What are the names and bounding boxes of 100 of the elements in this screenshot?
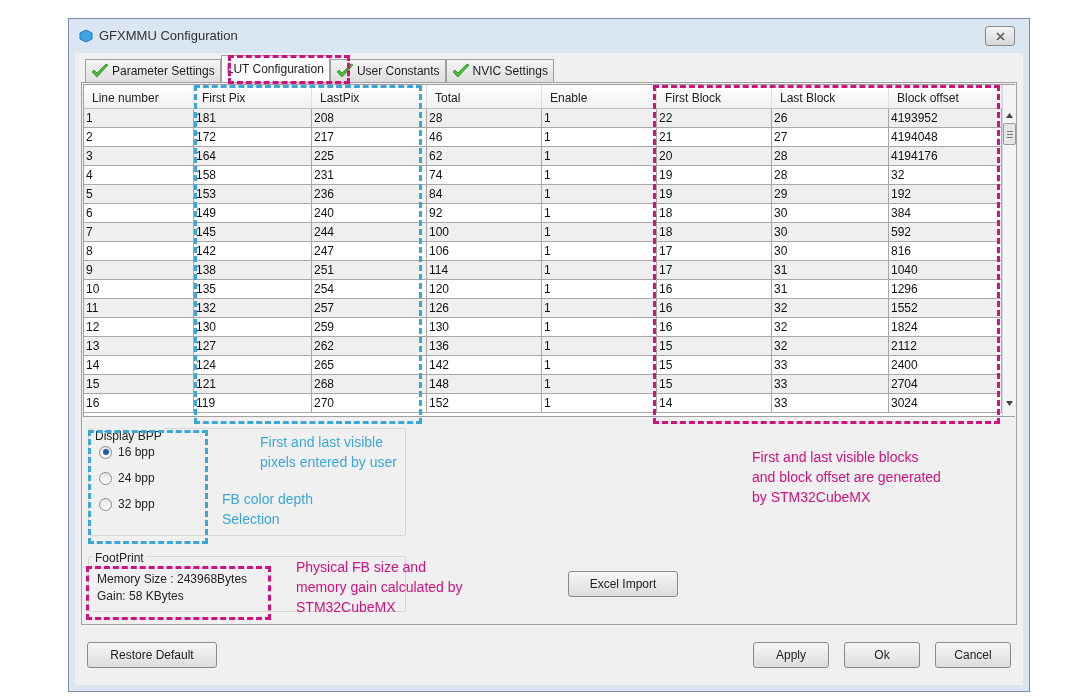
table-cell: 27 bbox=[772, 128, 889, 146]
check-icon bbox=[335, 63, 354, 79]
table-cell: 1 bbox=[542, 375, 657, 393]
table-cell: 1 bbox=[542, 356, 657, 374]
table-cell: 84 bbox=[427, 185, 542, 203]
table-cell: 1 bbox=[542, 337, 657, 355]
table-cell: 240 bbox=[312, 204, 427, 222]
table-cell: 14 bbox=[84, 356, 194, 374]
window-title: GFXMMU Configuration bbox=[99, 27, 238, 46]
table-cell: 28 bbox=[427, 109, 542, 127]
table-cell: 29 bbox=[772, 185, 889, 203]
radio-option[interactable]: 16 bpp bbox=[99, 443, 155, 461]
table-cell: 62 bbox=[427, 147, 542, 165]
column-header[interactable]: First Block bbox=[657, 85, 772, 108]
table-cell: 1 bbox=[542, 280, 657, 298]
dialog-button[interactable]: Ok bbox=[844, 642, 920, 668]
table-cell: 15 bbox=[657, 337, 772, 355]
table-cell: 15 bbox=[84, 375, 194, 393]
tab[interactable]: Parameter Settings bbox=[85, 59, 221, 82]
table-cell: 262 bbox=[312, 337, 427, 355]
table-cell: 158 bbox=[194, 166, 312, 184]
table-cell: 1 bbox=[542, 185, 657, 203]
table-cell: 251 bbox=[312, 261, 427, 279]
table-cell: 100 bbox=[427, 223, 542, 241]
close-icon bbox=[995, 31, 1005, 41]
column-header[interactable]: First Pix bbox=[194, 85, 312, 108]
tab[interactable]: NVIC Settings bbox=[445, 59, 554, 82]
table-cell: 244 bbox=[312, 223, 427, 241]
scrollbar[interactable] bbox=[1002, 85, 1016, 416]
column-header[interactable]: LastPix bbox=[312, 85, 427, 108]
table-cell: 1 bbox=[542, 109, 657, 127]
table-cell: 26 bbox=[772, 109, 889, 127]
table-cell: 4 bbox=[84, 166, 194, 184]
check-icon bbox=[451, 63, 470, 79]
annotation-text: FB color depth Selection bbox=[222, 490, 314, 529]
table-cell: 17 bbox=[657, 261, 772, 279]
table-cell: 1 bbox=[542, 318, 657, 336]
table-cell: 22 bbox=[657, 109, 772, 127]
table-cell: 33 bbox=[772, 394, 889, 412]
table-cell: 1 bbox=[542, 261, 657, 279]
table-cell: 247 bbox=[312, 242, 427, 260]
table-cell: 30 bbox=[772, 204, 889, 222]
scroll-thumb[interactable] bbox=[1003, 123, 1016, 145]
column-header[interactable]: Enable bbox=[542, 85, 657, 108]
table-cell: 5 bbox=[84, 185, 194, 203]
table-cell: 10 bbox=[84, 280, 194, 298]
dialog-button[interactable]: Cancel bbox=[935, 642, 1011, 668]
table-cell: 9 bbox=[84, 261, 194, 279]
table-cell: 126 bbox=[427, 299, 542, 317]
table-cell: 30 bbox=[772, 223, 889, 241]
annotation-text: First and last visible blocks and block offset are generated by STM32CubeMX bbox=[752, 448, 941, 507]
radio-icon[interactable] bbox=[99, 471, 112, 485]
table-cell: 1 bbox=[542, 166, 657, 184]
table-cell: 236 bbox=[312, 185, 427, 203]
table-cell: 92 bbox=[427, 204, 542, 222]
table-cell: 149 bbox=[194, 204, 312, 222]
table-cell: 32 bbox=[772, 337, 889, 355]
table-cell: 74 bbox=[427, 166, 542, 184]
table-cell: 20 bbox=[657, 147, 772, 165]
table-cell: 172 bbox=[194, 128, 312, 146]
dialog-button[interactable]: Excel Import bbox=[568, 571, 678, 597]
radio-option[interactable]: 24 bpp bbox=[99, 469, 155, 487]
table-cell: 31 bbox=[772, 261, 889, 279]
table-cell: 217 bbox=[312, 128, 427, 146]
table-cell: 121 bbox=[194, 375, 312, 393]
column-header[interactable]: Last Block bbox=[772, 85, 889, 108]
radio-icon[interactable] bbox=[99, 445, 112, 459]
table-cell: 1 bbox=[542, 394, 657, 412]
table-cell: 11 bbox=[84, 299, 194, 317]
table-cell: 33 bbox=[772, 375, 889, 393]
table-cell: 15 bbox=[657, 375, 772, 393]
dialog-button[interactable]: Apply bbox=[753, 642, 829, 668]
check-icon bbox=[91, 63, 109, 79]
radio-icon[interactable] bbox=[99, 497, 112, 511]
table-cell: 28 bbox=[772, 147, 889, 165]
table-cell: 8 bbox=[84, 242, 194, 260]
table-cell: 132 bbox=[194, 299, 312, 317]
scroll-up-icon[interactable] bbox=[1006, 113, 1013, 118]
dialog-button[interactable]: Restore Default bbox=[87, 642, 217, 668]
table-cell: 32 bbox=[772, 318, 889, 336]
footprint-text: Memory Size : 243968Bytes bbox=[96, 571, 248, 588]
table-cell: 265 bbox=[312, 356, 427, 374]
table-cell: 142 bbox=[194, 242, 312, 260]
close-button[interactable] bbox=[985, 26, 1015, 46]
table-cell: 1 bbox=[542, 147, 657, 165]
column-header[interactable]: Total bbox=[427, 85, 542, 108]
scroll-down-icon[interactable] bbox=[1006, 401, 1013, 406]
column-header[interactable]: Line number bbox=[84, 85, 194, 108]
tab[interactable]: User Constants bbox=[329, 59, 446, 82]
table-cell: 208 bbox=[312, 109, 427, 127]
table-cell: 1 bbox=[542, 299, 657, 317]
table-cell: 257 bbox=[312, 299, 427, 317]
table-cell: 2 bbox=[84, 128, 194, 146]
annotation-text: Physical FB size and memory gain calculated by STM32CubeMX bbox=[296, 558, 463, 617]
radio-option[interactable]: 32 bpp bbox=[99, 495, 155, 513]
table-cell: 33 bbox=[772, 356, 889, 374]
table-cell: 148 bbox=[427, 375, 542, 393]
table-cell: 1 bbox=[542, 204, 657, 222]
table-cell: 14 bbox=[657, 394, 772, 412]
table-cell: 231 bbox=[312, 166, 427, 184]
